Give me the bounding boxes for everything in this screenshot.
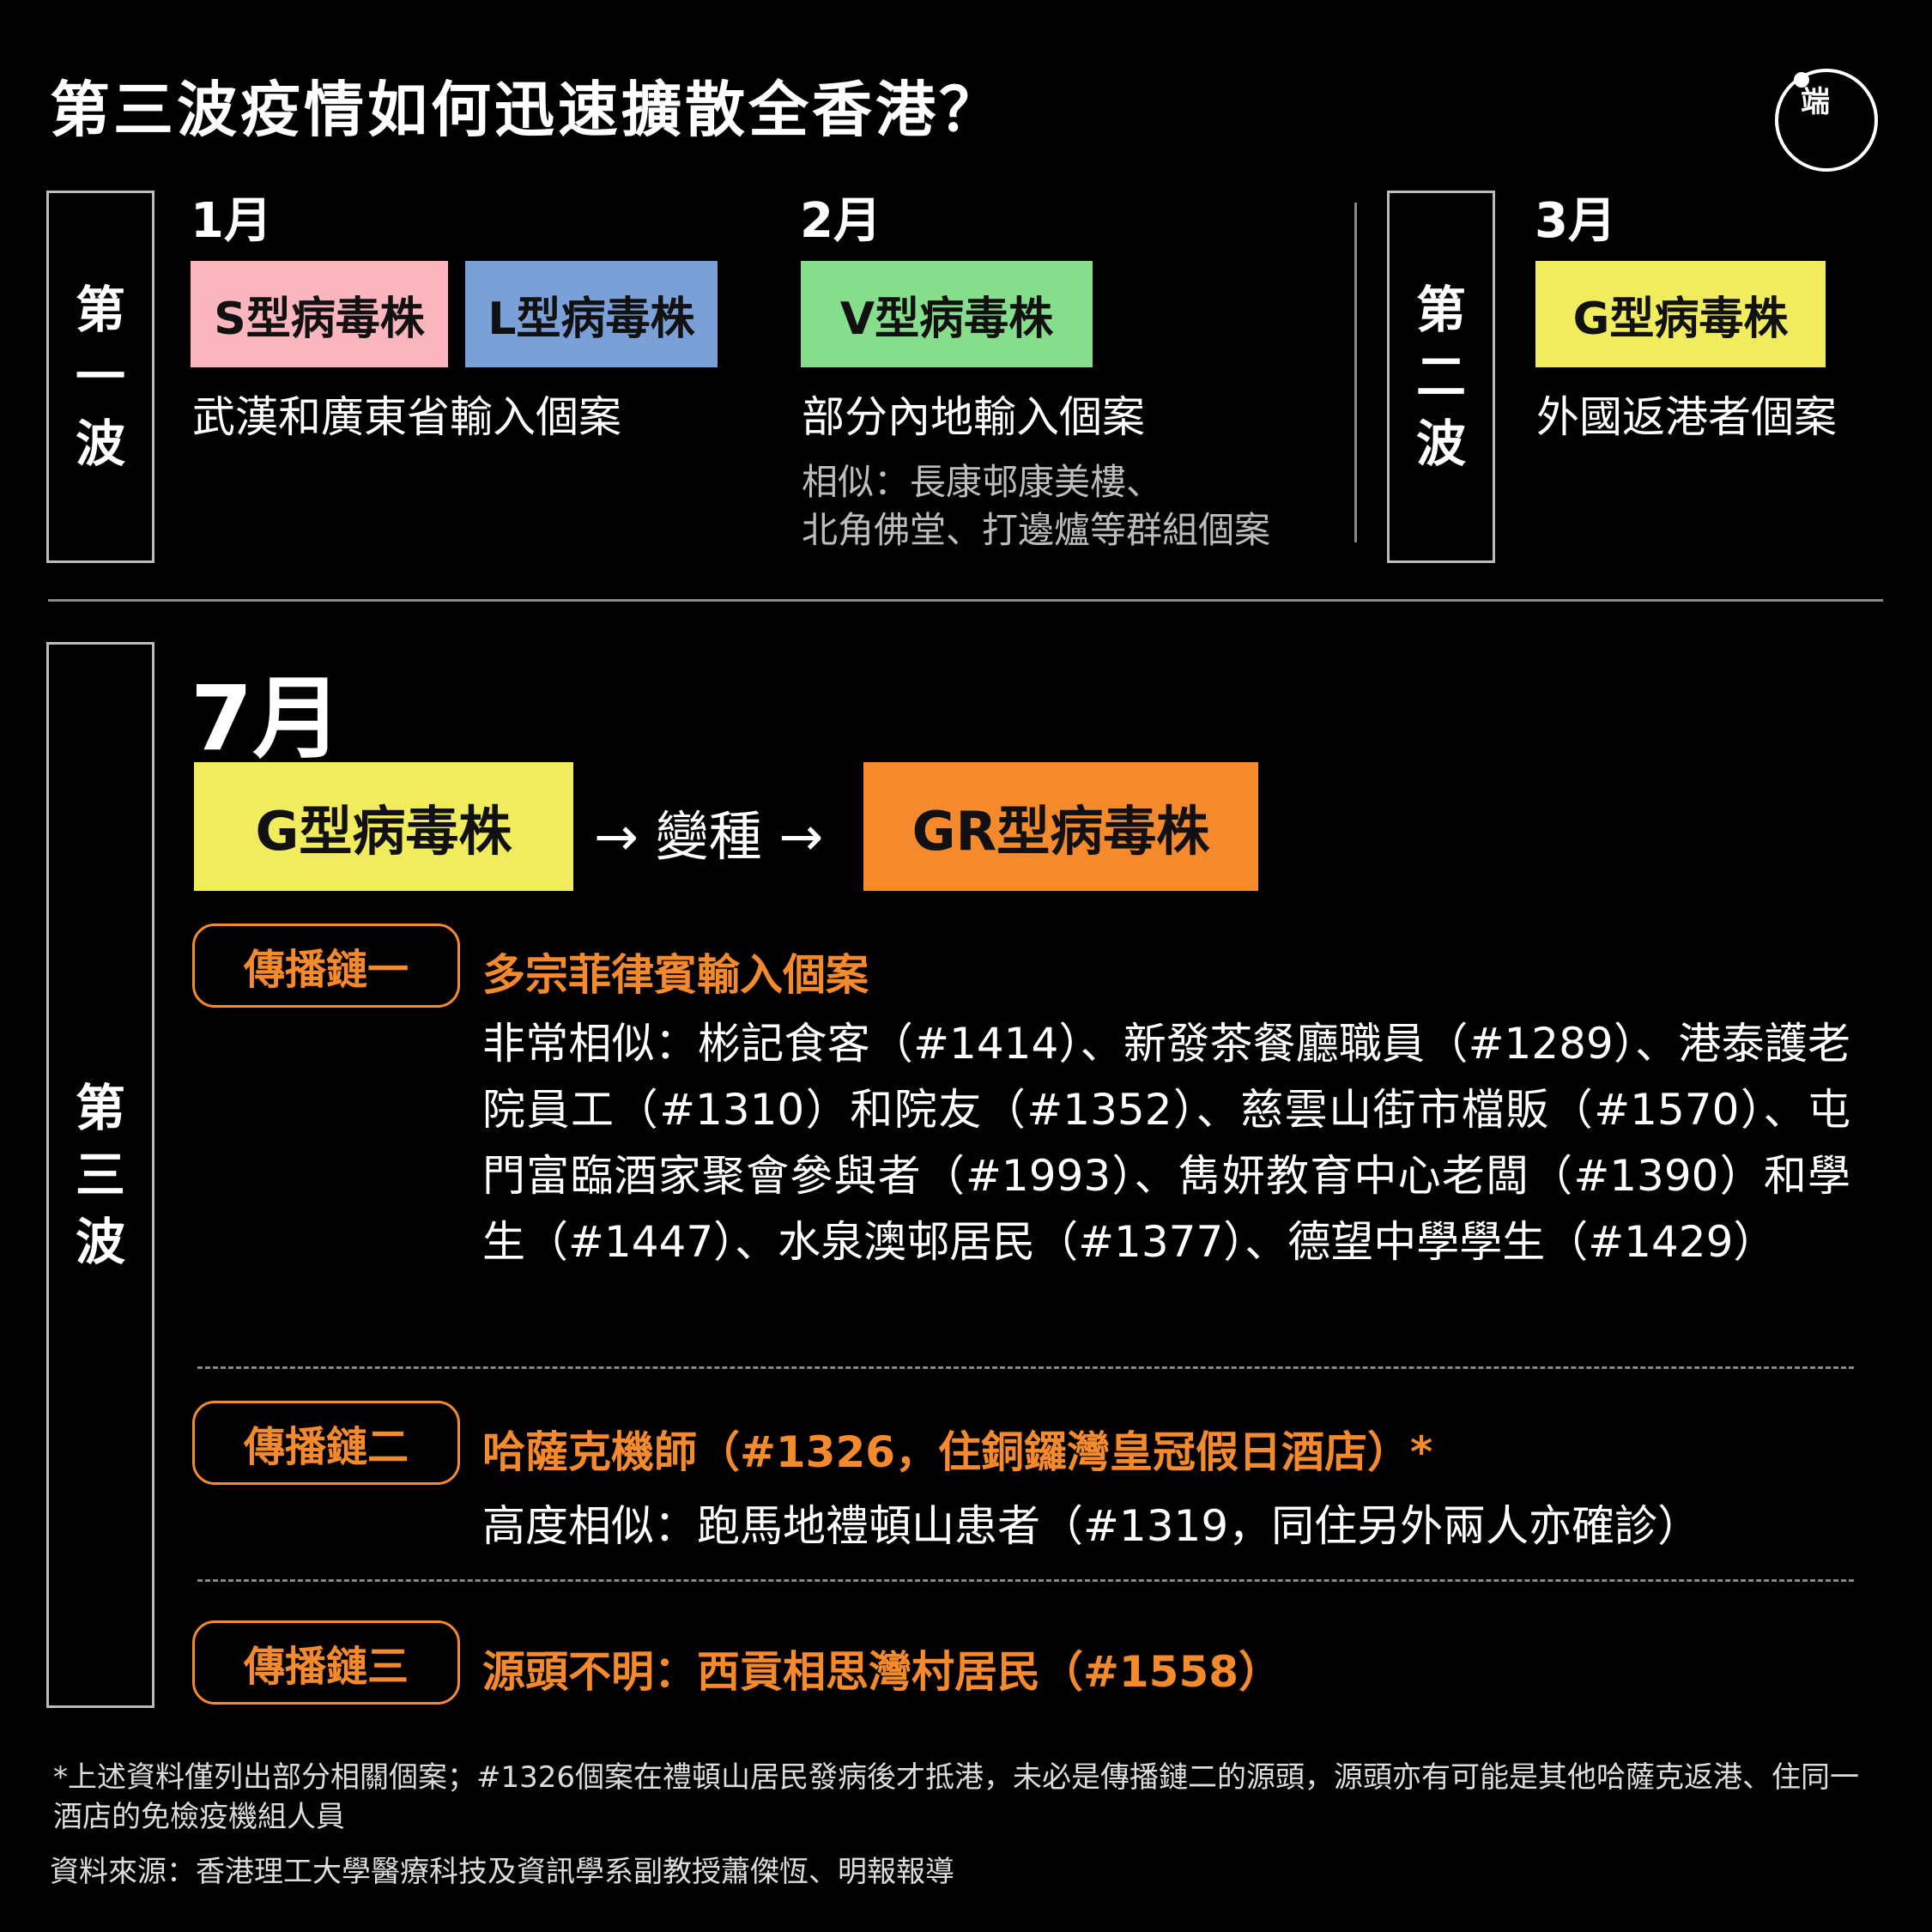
strain-l-tag: L型病毒株: [465, 261, 718, 367]
source-note: 資料來源：香港理工大學醫療科技及資訊學系副教授蕭傑恆、明報報導: [50, 1855, 954, 1889]
chain2-body: 高度相似：跑馬地禮頓山患者（#1319，同住另外兩人亦確診）: [482, 1501, 1701, 1551]
page-title: 第三波疫情如何迅速擴散全香港？: [50, 75, 1002, 145]
wave2-label-char: 第: [1415, 281, 1466, 339]
wave3-label-char: 三: [75, 1146, 125, 1204]
feb-description: 部分內地輸入個案: [802, 392, 1145, 442]
wave3-label-char: 波: [75, 1213, 125, 1271]
logo-text: 端: [1801, 85, 1830, 119]
chain1-label: 傳播鏈一: [192, 924, 460, 1008]
strain-gr-tag: GR型病毒株: [863, 762, 1258, 891]
month-feb: 2月: [800, 193, 881, 249]
wave1-label-char: 一: [75, 348, 125, 406]
chain3-label: 傳播鏈三: [192, 1620, 460, 1705]
chain2-label: 傳播鏈二: [192, 1401, 460, 1485]
strain-g-tag-wave3: G型病毒株: [194, 762, 573, 891]
month-jan: 1月: [191, 193, 272, 249]
mutation-arrow-label: → 變種 →: [594, 805, 824, 868]
strain-v-tag: V型病毒株: [801, 261, 1093, 367]
month-mar: 3月: [1535, 193, 1616, 249]
wave-divider: [1354, 203, 1357, 542]
footnote: *上述資料僅列出部分相關個案；#1326個案在禮頓山居民發病後才抵港，未必是傳播…: [53, 1760, 1860, 1834]
logo-icon: [1775, 69, 1878, 172]
chain-divider: [197, 1579, 1854, 1582]
wave3-label-char: 第: [75, 1079, 125, 1137]
wave1-label-box: 第 一 波: [46, 191, 154, 563]
wave2-label-box: 第 二 波: [1387, 191, 1495, 563]
chain3-headline: 源頭不明：西貢相思灣村居民（#1558）: [482, 1647, 1282, 1697]
wave1-label-char: 波: [75, 415, 125, 473]
wave1-label-char: 第: [75, 281, 125, 339]
wave2-label-char: 二: [1415, 348, 1466, 406]
strain-s-tag: S型病毒株: [191, 261, 448, 367]
wave2-label-char: 波: [1415, 415, 1466, 473]
jan-description: 武漢和廣東省輸入個案: [192, 392, 621, 442]
chain1-body: 非常相似：彬記食客（#1414）、新發茶餐廳職員（#1289）、港泰護老院員工（…: [482, 1019, 1850, 1267]
chain1-headline: 多宗菲律賓輸入個案: [482, 950, 869, 1000]
month-jul: 7月: [191, 666, 342, 771]
section-divider: [48, 599, 1883, 602]
feb-note-line1: 相似：長康邨康美樓、: [802, 461, 1163, 503]
wave3-label-box: 第 三 波: [46, 642, 154, 1708]
strain-g-tag-wave2: G型病毒株: [1535, 261, 1826, 367]
chain-divider: [197, 1366, 1854, 1369]
mar-description: 外國返港者個案: [1536, 392, 1837, 442]
chain2-headline: 哈薩克機師（#1326，住銅鑼灣皇冠假日酒店）*: [482, 1427, 1433, 1477]
feb-note-line2: 北角佛堂、打邊爐等群組個案: [802, 509, 1271, 551]
